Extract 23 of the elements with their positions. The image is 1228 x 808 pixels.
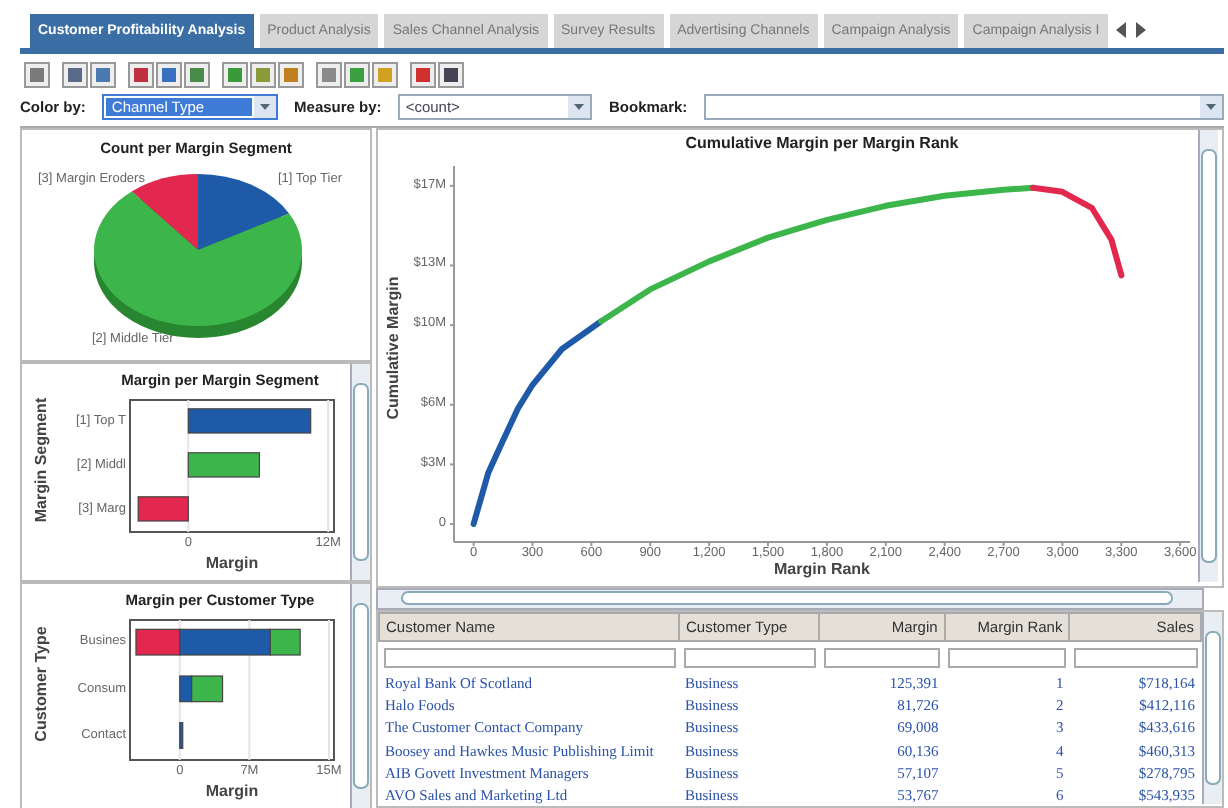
axis-title: Margin	[205, 784, 259, 801]
axis-title: Margin	[205, 556, 259, 573]
scrollbar[interactable]	[350, 364, 370, 580]
filter-field[interactable]	[948, 647, 1066, 667]
scroll-right-icon[interactable]	[1135, 22, 1146, 38]
caret-icon[interactable]	[254, 96, 277, 118]
dropdown-field[interactable]	[703, 94, 1224, 120]
chart-title: Cumulative Margin per Margin Rank	[685, 136, 959, 153]
caret-icon[interactable]	[568, 96, 591, 118]
axis-title: Cumulative Margin	[386, 276, 402, 420]
axis-title: Customer Type	[34, 626, 50, 742]
scrollbar[interactable]	[1202, 612, 1222, 804]
scrollbar[interactable]	[1198, 130, 1218, 582]
scrollbar[interactable]	[376, 588, 1204, 610]
axis-title: Margin Rank	[774, 562, 870, 579]
filter-field[interactable]	[383, 647, 676, 667]
scrollbar[interactable]	[350, 584, 370, 808]
scroll-left-icon[interactable]	[1115, 22, 1126, 38]
filter-field[interactable]	[1073, 647, 1197, 667]
filter-field[interactable]	[683, 647, 816, 667]
filter-field[interactable]	[823, 647, 941, 667]
axis-title: Margin Segment	[34, 398, 50, 523]
caret-icon[interactable]	[1200, 96, 1222, 118]
